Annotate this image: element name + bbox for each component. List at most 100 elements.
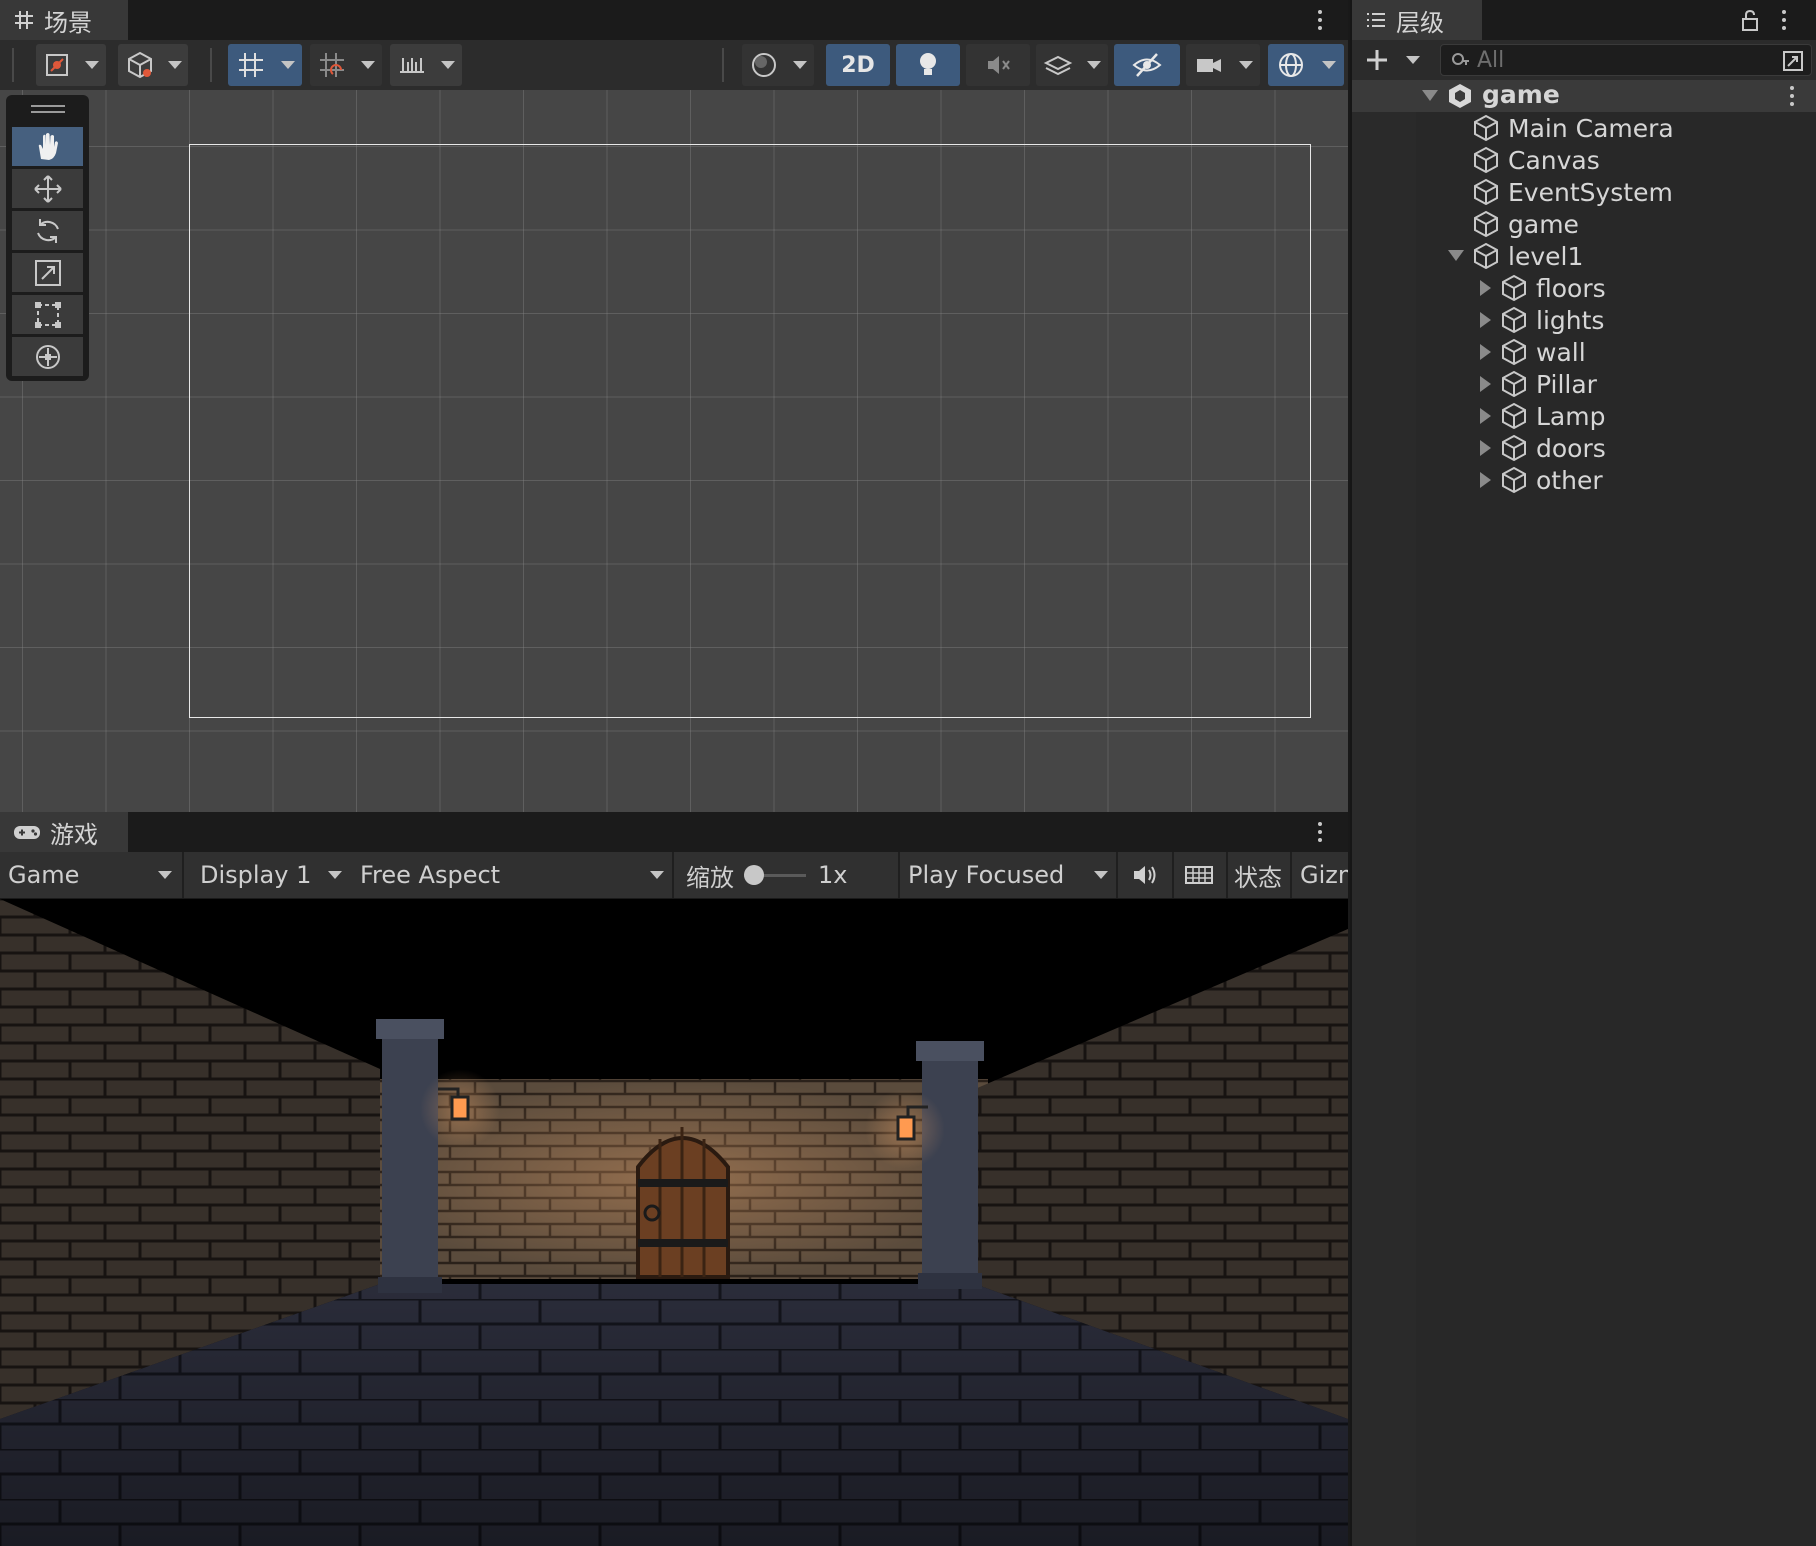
chevron-down-icon <box>85 61 99 69</box>
scene-visibility-toggle[interactable] <box>1114 44 1180 86</box>
hierarchy-item[interactable]: Canvas <box>1352 144 1816 176</box>
hierarchy-item[interactable]: Main Camera <box>1352 112 1816 144</box>
scene-name: game <box>1482 80 1560 109</box>
gizmos-label: Gizm <box>1300 861 1348 889</box>
draw-mode-dropdown[interactable] <box>36 44 106 86</box>
hierarchy-item-label: game <box>1508 209 1579 239</box>
scene-tab[interactable]: 场景 <box>0 0 128 40</box>
hierarchy-tab[interactable]: 层级 <box>1352 0 1482 40</box>
hierarchy-item[interactable]: wall <box>1352 336 1816 368</box>
toolbar-separator <box>12 48 14 82</box>
hierarchy-item[interactable]: EventSystem <box>1352 176 1816 208</box>
hierarchy-item[interactable]: Pillar <box>1352 368 1816 400</box>
expand-arrow-icon[interactable] <box>1448 250 1464 261</box>
game-viewport[interactable] <box>0 899 1348 1546</box>
hierarchy-item[interactable]: lights <box>1352 304 1816 336</box>
search-icon <box>1452 53 1469 65</box>
search-by-type-icon[interactable] <box>1781 49 1805 73</box>
stats-label: 状态 <box>1234 863 1282 892</box>
dungeon-scene-render <box>0 899 1348 1546</box>
view-type-select[interactable]: Game <box>8 852 178 898</box>
mute-audio-button[interactable] <box>1130 852 1166 898</box>
2d-mode-toggle[interactable]: 2D <box>826 44 890 86</box>
transform-tool-button[interactable] <box>12 337 83 376</box>
game-tab[interactable]: 游戏 <box>0 812 128 852</box>
scene-menu-kebab-icon[interactable] <box>1316 8 1324 32</box>
play-mode-value: Play Focused <box>908 861 1065 889</box>
shortcuts-button[interactable] <box>1184 852 1220 898</box>
camera-settings-dropdown[interactable] <box>1186 44 1260 86</box>
scale-slider[interactable] <box>744 852 808 898</box>
collapsed-arrow-icon[interactable] <box>1480 376 1491 392</box>
toolbar-separator <box>182 852 184 898</box>
display-select[interactable]: Display 1 <box>200 852 348 898</box>
collapsed-arrow-icon[interactable] <box>1480 440 1491 456</box>
chevron-down-icon <box>328 871 342 879</box>
play-mode-select[interactable]: Play Focused <box>908 852 1114 898</box>
audio-muted-icon <box>988 56 1010 74</box>
toolbar-separator <box>1290 852 1292 898</box>
chevron-down-icon <box>1322 61 1336 69</box>
speaker-icon <box>1134 866 1156 884</box>
lock-icon[interactable] <box>1740 8 1760 36</box>
chevron-down-icon <box>167 61 182 69</box>
gameobject-cube-icon <box>1474 114 1498 142</box>
scale-tool-button[interactable] <box>12 253 83 292</box>
move-tool-button[interactable] <box>12 169 83 208</box>
collapsed-arrow-icon[interactable] <box>1480 312 1491 328</box>
rotate-tool-button[interactable] <box>12 211 83 250</box>
grid-snap-toggle[interactable] <box>228 44 302 86</box>
unity-scene-icon <box>1449 84 1471 108</box>
scale-slider-thumb[interactable] <box>744 865 764 885</box>
collapsed-arrow-icon[interactable] <box>1480 280 1491 296</box>
palette-grip-handle[interactable] <box>31 105 65 115</box>
render-mode-dropdown[interactable] <box>742 44 814 86</box>
create-dropdown[interactable] <box>1364 44 1420 76</box>
chevron-down-icon <box>361 61 375 69</box>
list-icon <box>1364 8 1388 32</box>
hierarchy-item[interactable]: Lamp <box>1352 400 1816 432</box>
hierarchy-item[interactable]: level1 <box>1352 240 1816 272</box>
game-panel: 游戏 Game Display 1 Free Aspect 缩放 1x Play… <box>0 812 1348 1546</box>
increment-snap-dropdown[interactable] <box>390 44 462 86</box>
hierarchy-item[interactable]: doors <box>1352 432 1816 464</box>
stats-button[interactable]: 状态 <box>1234 852 1288 898</box>
hand-icon <box>38 132 58 160</box>
hierarchy-item-label: Main Camera <box>1508 113 1674 143</box>
scene-row-kebab-icon[interactable] <box>1788 84 1796 108</box>
scale-label: 缩放 <box>686 852 746 898</box>
effects-dropdown[interactable] <box>1036 44 1108 86</box>
tool-palette <box>6 95 89 381</box>
hierarchy-toolbar: All <box>1352 40 1816 81</box>
gameobject-cube-icon <box>1474 146 1498 174</box>
aspect-select[interactable]: Free Aspect <box>360 852 670 898</box>
hierarchy-item-label: wall <box>1536 337 1586 367</box>
game-menu-kebab-icon[interactable] <box>1316 820 1324 844</box>
hierarchy-menu-kebab-icon[interactable] <box>1780 8 1788 32</box>
hierarchy-item[interactable]: floors <box>1352 272 1816 304</box>
audio-toggle[interactable] <box>966 44 1030 86</box>
collapsed-arrow-icon[interactable] <box>1480 344 1491 360</box>
rect-tool-button[interactable] <box>12 295 83 334</box>
hierarchy-item-label: level1 <box>1508 241 1584 271</box>
collapsed-arrow-icon[interactable] <box>1480 408 1491 424</box>
transform-gizmo-icon <box>35 344 60 369</box>
hierarchy-search-input[interactable]: All <box>1440 44 1812 76</box>
gizmos-button[interactable]: Gizm <box>1300 852 1348 898</box>
gizmos-dropdown[interactable] <box>1268 44 1344 86</box>
hierarchy-item[interactable]: other <box>1352 464 1816 496</box>
view-type-value: Game <box>8 861 80 889</box>
toolbar-separator <box>210 48 212 82</box>
expand-arrow-icon[interactable] <box>1422 90 1438 101</box>
chevron-down-icon <box>1238 61 1253 69</box>
snap-increment-dropdown[interactable] <box>310 44 382 86</box>
collapsed-arrow-icon[interactable] <box>1480 472 1491 488</box>
scene-viewport[interactable] <box>0 90 1348 812</box>
lighting-toggle[interactable] <box>896 44 960 86</box>
scene-row[interactable]: game <box>1352 80 1816 112</box>
scene-toolbar: 2D <box>0 40 1348 91</box>
hierarchy-item[interactable]: game <box>1352 208 1816 240</box>
shading-mode-dropdown[interactable] <box>118 44 188 86</box>
sphere-shaded-icon <box>752 53 776 77</box>
hand-tool-button[interactable] <box>12 127 83 166</box>
